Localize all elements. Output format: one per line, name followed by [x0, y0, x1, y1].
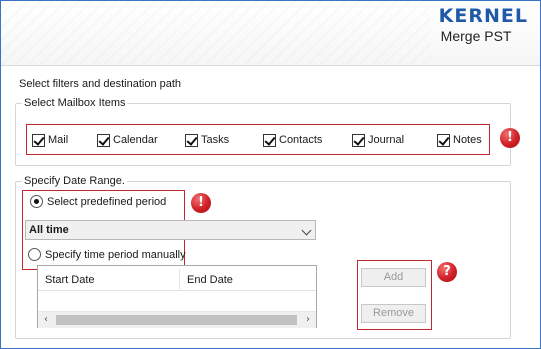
mail-label: Mail	[48, 134, 69, 146]
period-select[interactable]: All time	[25, 220, 316, 240]
help-icon: ?	[437, 262, 457, 282]
checkbox-checked-icon	[32, 133, 45, 147]
chevron-down-icon	[301, 225, 312, 236]
mailbox-items-highlight: Mail Calendar Tasks Contacts Journal Not…	[26, 124, 490, 155]
mailbox-items-title: Select Mailbox Items	[22, 97, 128, 109]
manual-period-label: Specify time period manually	[45, 248, 186, 261]
tasks-checkbox[interactable]: Tasks	[185, 132, 229, 148]
column-header-start-date[interactable]: Start Date	[38, 266, 179, 291]
calendar-label: Calendar	[113, 134, 158, 146]
checkbox-checked-icon	[263, 133, 276, 147]
period-select-value: All time	[29, 224, 69, 236]
brand-logo: KERNEL	[438, 5, 528, 27]
radio-unselected-icon	[28, 248, 41, 261]
radio-selected-icon	[30, 195, 43, 208]
journal-checkbox[interactable]: Journal	[352, 132, 404, 148]
predefined-period-label: Select predefined period	[47, 195, 167, 208]
contacts-checkbox[interactable]: Contacts	[263, 132, 322, 148]
manual-period-radio[interactable]: Specify time period manually	[28, 248, 186, 261]
checkbox-checked-icon	[352, 133, 365, 147]
calendar-checkbox[interactable]: Calendar	[97, 132, 158, 148]
product-name: Merge PST	[440, 28, 512, 44]
predefined-period-radio[interactable]: Select predefined period	[30, 195, 166, 208]
instruction-text: Select filters and destination path	[19, 78, 182, 90]
journal-label: Journal	[368, 134, 405, 146]
notes-checkbox[interactable]: Notes	[437, 132, 482, 148]
checkbox-checked-icon	[437, 133, 450, 147]
column-header-end-date[interactable]: End Date	[180, 266, 316, 291]
alert-icon: !	[191, 193, 211, 213]
remove-button[interactable]: Remove	[361, 304, 426, 323]
mail-checkbox[interactable]: Mail	[32, 132, 68, 148]
scroll-left-icon[interactable]: ‹	[41, 315, 51, 325]
horizontal-scrollbar[interactable]: ‹ ›	[38, 311, 316, 328]
scrollbar-thumb[interactable]	[56, 315, 297, 325]
date-period-grid[interactable]: Start Date End Date ‹ ›	[37, 265, 317, 328]
tasks-label: Tasks	[201, 134, 230, 146]
checkbox-checked-icon	[185, 133, 198, 147]
contacts-label: Contacts	[279, 134, 323, 146]
grid-header: Start Date End Date	[38, 266, 316, 291]
date-range-title: Specify Date Range.	[22, 175, 127, 187]
scroll-right-icon[interactable]: ›	[303, 315, 313, 325]
notes-label: Notes	[453, 134, 482, 146]
checkbox-checked-icon	[97, 133, 110, 147]
brand: KERNEL Merge PST	[439, 5, 528, 44]
alert-icon: !	[500, 128, 520, 148]
header-banner: KERNEL Merge PST	[1, 1, 540, 65]
header-pattern	[1, 1, 431, 65]
add-button[interactable]: Add	[361, 268, 426, 287]
header-divider	[1, 65, 540, 66]
